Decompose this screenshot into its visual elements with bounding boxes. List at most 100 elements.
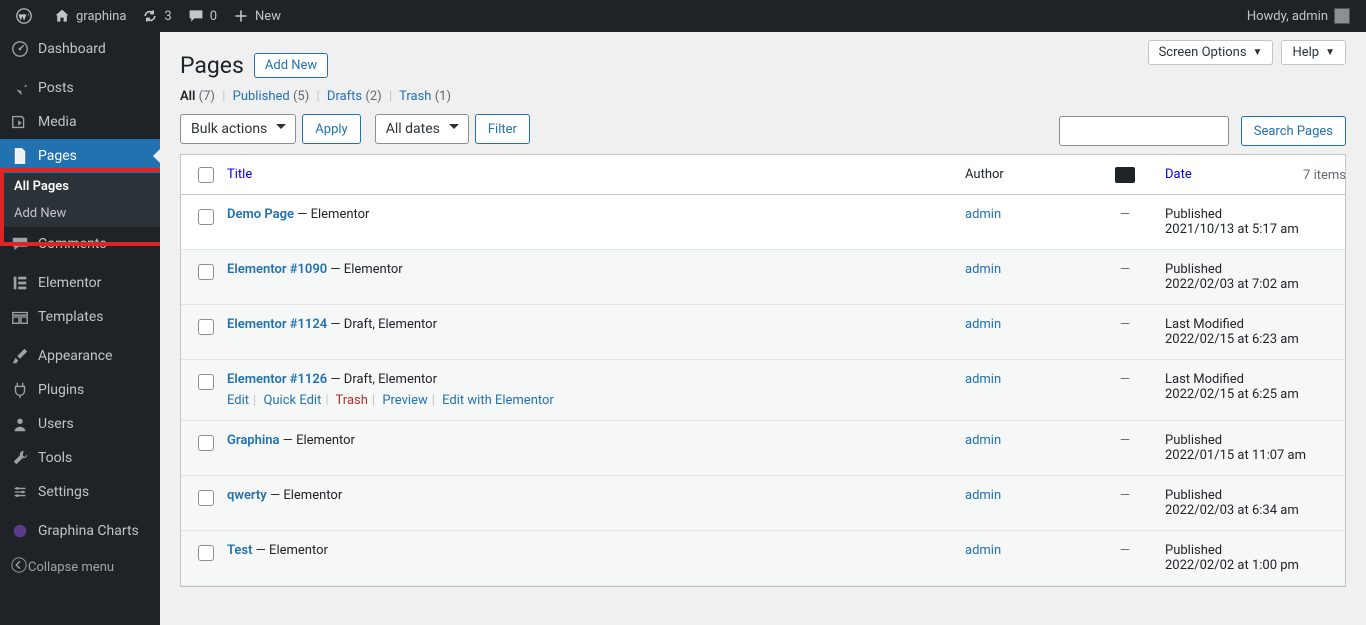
comments-link[interactable]: 0 xyxy=(180,0,225,32)
page-state: — Elementor xyxy=(294,207,369,222)
updates-count: 3 xyxy=(164,9,171,24)
col-author: Author xyxy=(965,167,1004,182)
date-filter-select[interactable]: All dates xyxy=(375,114,469,144)
table-row: Elementor #1124 — Draft, Elementor admin… xyxy=(181,305,1345,360)
comments-cell: — xyxy=(1085,207,1165,222)
author-link[interactable]: admin xyxy=(965,433,1001,448)
menu-label: Dashboard xyxy=(38,41,106,57)
graphina-icon xyxy=(10,522,30,540)
admin-bar: graphina 3 0 New Howdy, admin xyxy=(0,0,1366,32)
col-date[interactable]: Date xyxy=(1165,167,1192,182)
date-cell: Last Modified2022/02/15 at 6:25 am xyxy=(1165,372,1335,402)
site-link[interactable]: graphina xyxy=(46,0,134,32)
page-state: — Elementor xyxy=(280,433,355,448)
wp-logo[interactable] xyxy=(8,0,46,32)
menu-label: Media xyxy=(38,114,77,130)
menu-label: Tools xyxy=(38,450,72,466)
btn-label: Screen Options xyxy=(1159,45,1247,60)
comment-icon xyxy=(188,8,204,24)
filter-drafts[interactable]: Drafts xyxy=(327,89,362,104)
new-label: New xyxy=(255,9,281,24)
author-link[interactable]: admin xyxy=(965,488,1001,503)
menu-plugins[interactable]: Plugins xyxy=(0,373,160,407)
comments-count: 0 xyxy=(210,9,217,24)
menu-settings[interactable]: Settings xyxy=(0,475,160,509)
search-button[interactable]: Search Pages xyxy=(1241,116,1346,146)
menu-label: Elementor xyxy=(38,275,101,291)
menu-media[interactable]: Media xyxy=(0,105,160,139)
bulk-actions-select[interactable]: Bulk actions xyxy=(180,114,296,144)
action-edit-with-elementor[interactable]: Edit with Elementor xyxy=(442,393,554,408)
date-cell: Published2022/02/02 at 1:00 pm xyxy=(1165,543,1335,573)
filter-trash[interactable]: Trash xyxy=(399,89,431,104)
row-checkbox[interactable] xyxy=(198,209,214,225)
author-link[interactable]: admin xyxy=(965,317,1001,332)
menu-elementor[interactable]: Elementor xyxy=(0,266,160,300)
search-input[interactable] xyxy=(1059,116,1229,146)
action-quick-edit[interactable]: Quick Edit xyxy=(263,393,321,408)
menu-dashboard[interactable]: Dashboard xyxy=(0,32,160,66)
menu-label: Pages xyxy=(38,148,77,164)
filter-published[interactable]: Published xyxy=(233,89,290,104)
author-link[interactable]: admin xyxy=(965,543,1001,558)
updates-link[interactable]: 3 xyxy=(134,0,179,32)
page-title-link[interactable]: qwerty xyxy=(227,488,267,503)
apply-button[interactable]: Apply xyxy=(302,114,360,144)
comments-cell: — xyxy=(1085,488,1165,503)
new-link[interactable]: New xyxy=(225,0,289,32)
table-row: Test — Elementor admin — Published2022/0… xyxy=(181,531,1345,586)
row-checkbox[interactable] xyxy=(198,435,214,451)
menu-graphina[interactable]: Graphina Charts xyxy=(0,514,160,548)
row-checkbox[interactable] xyxy=(198,545,214,561)
table-row: Graphina — Elementor admin — Published20… xyxy=(181,421,1345,476)
col-title[interactable]: Title xyxy=(227,167,252,182)
howdy-link[interactable]: Howdy, admin xyxy=(1239,0,1358,32)
menu-label: Settings xyxy=(38,484,89,500)
action-trash[interactable]: Trash xyxy=(336,393,368,408)
filter-all[interactable]: All xyxy=(180,89,195,104)
row-checkbox[interactable] xyxy=(198,374,214,390)
submenu-pages: All Pages Add New xyxy=(0,173,160,227)
row-checkbox[interactable] xyxy=(198,264,214,280)
pin-icon xyxy=(10,79,30,97)
submenu-add-new[interactable]: Add New xyxy=(0,200,160,227)
screen-options-button[interactable]: Screen Options▼ xyxy=(1148,40,1274,65)
comments-cell: — xyxy=(1085,433,1165,448)
menu-tools[interactable]: Tools xyxy=(0,441,160,475)
templates-icon xyxy=(10,308,30,326)
menu-pages[interactable]: Pages xyxy=(0,139,160,173)
action-edit[interactable]: Edit xyxy=(227,393,249,408)
author-link[interactable]: admin xyxy=(965,372,1001,387)
admin-sidebar: Dashboard Posts Media Pages All Pages Ad… xyxy=(0,32,160,625)
dashboard-icon xyxy=(10,40,30,58)
menu-comments[interactable]: Comments xyxy=(0,227,160,261)
page-title-link[interactable]: Demo Page xyxy=(227,207,294,222)
page-title-link[interactable]: Graphina xyxy=(227,433,280,448)
items-count: 7 items xyxy=(1303,168,1346,183)
page-title-link[interactable]: Test xyxy=(227,543,252,558)
page-title-link[interactable]: Elementor #1126 xyxy=(227,372,327,387)
menu-users[interactable]: Users xyxy=(0,407,160,441)
collapse-label: Collapse menu xyxy=(28,560,114,575)
menu-appearance[interactable]: Appearance xyxy=(0,339,160,373)
menu-templates[interactable]: Templates xyxy=(0,300,160,334)
action-preview[interactable]: Preview xyxy=(382,393,427,408)
help-button[interactable]: Help▼ xyxy=(1281,40,1346,65)
menu-label: Posts xyxy=(38,80,74,96)
row-checkbox[interactable] xyxy=(198,319,214,335)
add-new-button[interactable]: Add New xyxy=(254,53,328,78)
author-link[interactable]: admin xyxy=(965,207,1001,222)
filter-button[interactable]: Filter xyxy=(475,114,530,144)
comments-cell: — xyxy=(1085,372,1165,387)
collapse-menu[interactable]: Collapse menu xyxy=(0,548,160,586)
author-link[interactable]: admin xyxy=(965,262,1001,277)
btn-label: Help xyxy=(1292,45,1319,60)
page-title-link[interactable]: Elementor #1124 xyxy=(227,317,327,332)
submenu-all-pages[interactable]: All Pages xyxy=(0,173,160,200)
select-all-checkbox[interactable] xyxy=(198,167,214,183)
site-name: graphina xyxy=(76,9,126,24)
row-checkbox[interactable] xyxy=(198,490,214,506)
menu-label: Templates xyxy=(38,309,104,325)
page-title-link[interactable]: Elementor #1090 xyxy=(227,262,327,277)
menu-posts[interactable]: Posts xyxy=(0,71,160,105)
